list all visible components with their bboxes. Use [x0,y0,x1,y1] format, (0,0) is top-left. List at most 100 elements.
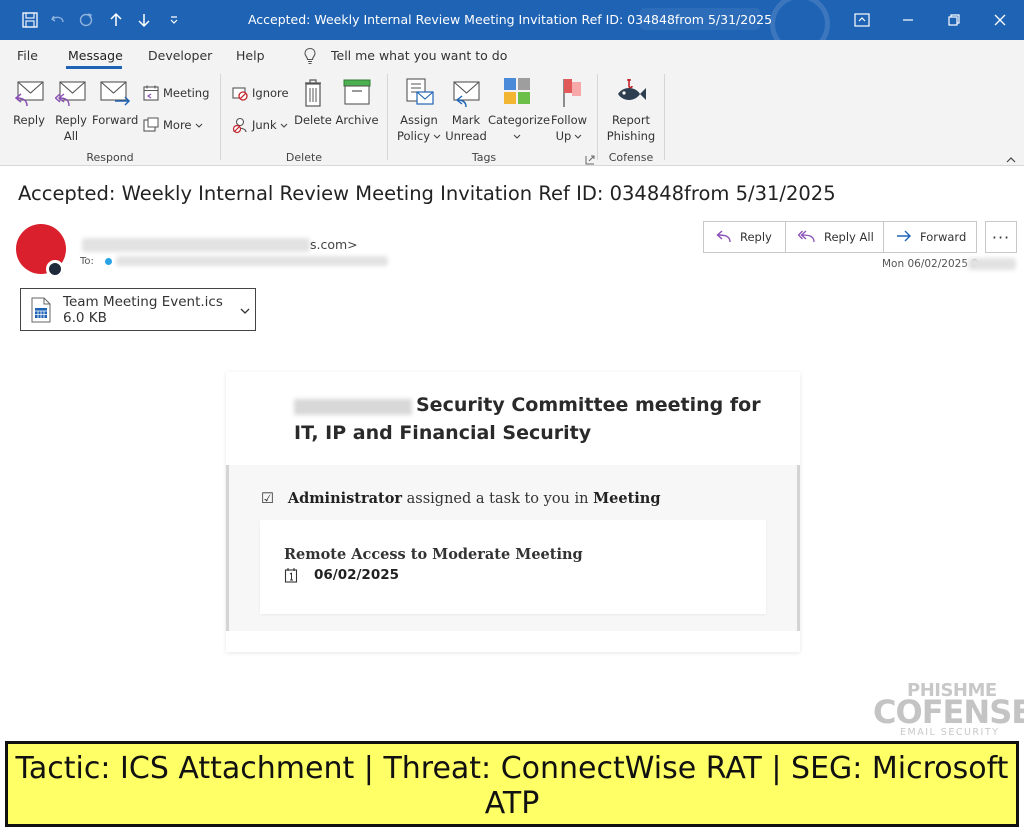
menu-help[interactable]: Help [236,48,265,63]
report-label-1: Report [611,113,651,127]
archive-label: Archive [335,113,379,127]
delete-button[interactable]: Delete [294,76,332,128]
report-label-2: Phishing [606,129,656,143]
archive-icon [341,76,373,110]
mark-unread-icon [450,76,482,110]
menu-message[interactable]: Message [68,48,123,63]
window-title: Accepted: Weekly Internal Review Meeting… [247,12,773,27]
checkbox-icon: ☑ [261,491,274,507]
mark-label-2: Unread [445,129,487,143]
respond-group-label: Respond [86,151,134,164]
next-item-icon[interactable] [134,10,154,30]
reply-arrow-icon [716,229,732,246]
ribbon: Reply Reply All Forward Meeting More Res… [0,70,1024,166]
restore-icon[interactable] [944,10,964,30]
reply-all-label-1: Reply [55,113,87,127]
junk-label: Junk [252,118,277,132]
reply-button[interactable]: Reply [10,76,48,128]
recipient-status-icon [105,258,112,265]
assign-label-1: Assign [400,113,438,127]
follow-chevron-icon [574,128,582,144]
attachment-card[interactable]: Team Meeting Event.ics 6.0 KB [20,288,256,331]
header-reply-all-button[interactable]: Reply All [786,222,884,252]
collapse-ribbon-icon[interactable] [1006,154,1016,164]
assign-chevron-icon [433,128,441,144]
junk-button[interactable]: Junk [231,116,288,134]
previous-item-icon[interactable] [106,10,126,30]
reply-all-arrow-icon [797,229,816,246]
follow-label-1: Follow [550,113,588,127]
report-phishing-button[interactable]: Report Phishing [604,76,658,144]
threat-banner: Tactic: ICS Attachment | Threat: Connect… [5,741,1019,827]
flag-icon [553,76,585,110]
meeting-label: Meeting [163,86,210,100]
task-date: 06/02/2025 [314,567,400,583]
more-respond-button[interactable]: More [142,116,203,134]
assign-policy-icon [403,76,435,110]
cofense-logo-text: COFENSE [873,693,1024,731]
attachment-dropdown-icon[interactable] [239,305,251,315]
email-security-text: EMAIL SECURITY [900,727,1000,738]
to-label: To: [80,256,94,267]
undo-icon[interactable] [48,10,68,30]
header-reply-button[interactable]: Reply [704,222,786,252]
junk-chevron-icon [280,118,288,132]
meeting-button[interactable]: Meeting [142,84,209,102]
menu-developer[interactable]: Developer [148,48,212,63]
assigner-name: Administrator [287,490,403,507]
forward-icon [99,76,131,110]
ribbon-separator [220,74,221,160]
junk-icon [231,116,249,134]
forward-label: Forward [92,113,139,127]
minimize-icon[interactable] [898,10,918,30]
customize-toolbar-icon[interactable] [164,10,184,30]
menu-bar: File Message Developer Help Tell me what… [0,40,1024,70]
forward-button[interactable]: Forward [92,76,138,128]
mark-label-1: Mark [451,113,481,127]
calendar-file-icon [31,297,51,323]
more-label: More [163,118,192,132]
assignment-line: ☑ Administrator assigned a task to you i… [261,490,660,507]
ribbon-separator [664,74,665,160]
ignore-icon [231,84,249,102]
categorize-button[interactable]: Categorize [488,76,551,144]
ribbon-separator [387,74,388,160]
close-icon[interactable] [990,10,1010,30]
assignment-target: Meeting [593,490,661,507]
delete-label: Delete [294,113,332,127]
assign-policy-button[interactable]: Assign Policy [396,76,442,144]
reply-all-label-2: All [63,129,79,143]
sender-redacted [82,238,310,252]
more-actions-button[interactable]: ··· [985,221,1017,253]
attachment-size: 6.0 KB [63,310,107,326]
sender-address-suffix[interactable]: s.com> [310,237,358,252]
message-actions: Reply Reply All Forward [703,221,977,253]
redo-icon[interactable] [76,10,96,30]
header-forward-button[interactable]: Forward [884,222,976,252]
reply-all-button[interactable]: Reply All [52,76,90,144]
reply-icon [13,76,45,110]
categorize-label: Categorize [488,113,551,127]
ignore-label: Ignore [252,86,289,100]
assignment-text: assigned a task to you in [402,491,594,507]
presence-status-icon [46,260,64,278]
delete-group-label: Delete [285,151,323,164]
active-menu-indicator [66,66,122,69]
more-respond-icon [142,116,160,134]
task-title[interactable]: Remote Access to Moderate Meeting [284,546,583,563]
recipient-redacted [116,256,388,266]
mark-unread-button[interactable]: Mark Unread [444,76,488,144]
save-icon[interactable] [20,10,40,30]
header-reply-label: Reply [740,230,772,244]
ribbon-display-icon[interactable] [852,10,872,30]
tell-me-search[interactable]: Tell me what you want to do [331,48,507,63]
menu-file[interactable]: File [17,48,38,63]
ignore-button[interactable]: Ignore [231,84,289,102]
follow-up-button[interactable]: Follow Up [548,76,590,144]
archive-button[interactable]: Archive [335,76,379,128]
task-box[interactable]: Remote Access to Moderate Meeting 06/02/… [260,520,766,614]
email-body-card: Security Committee meeting for IT, IP an… [226,372,800,652]
tags-dialog-launcher-icon[interactable] [585,154,595,165]
reply-label: Reply [13,113,45,127]
follow-label-2: Up [555,129,572,143]
